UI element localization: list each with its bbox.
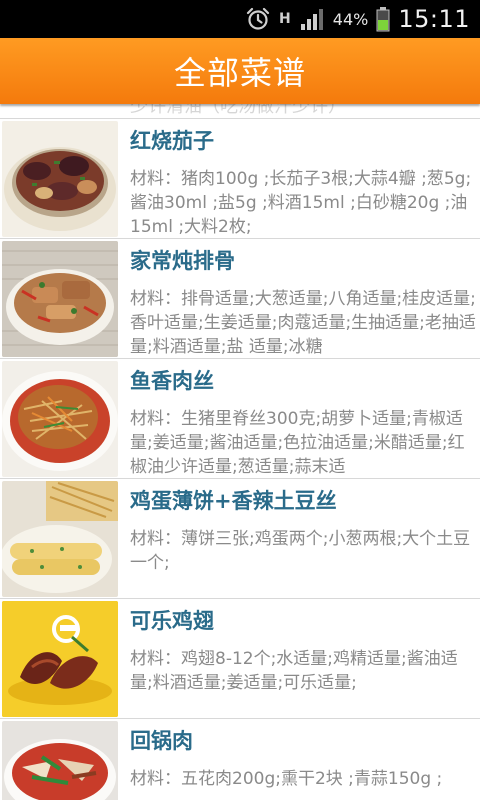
recipe-name: 鱼香肉丝 [130, 369, 214, 393]
recipe-item[interactable]: 可乐鸡翅 材料：鸡翅8-12个;水适量;鸡精适量;酱油适量;料酒适量;姜适量;可… [0, 598, 480, 719]
battery-percent: 44% [332, 9, 369, 29]
alarm-icon [245, 6, 271, 32]
recipe-thumbnail [2, 721, 118, 800]
recipe-name: 红烧茄子 [130, 129, 214, 153]
recipe-name: 可乐鸡翅 [130, 609, 214, 633]
recipe-materials: 材料：五花肉200g;熏干2块 ;青蒜150g ; [130, 769, 443, 789]
recipe-materials: 材料：生猪里脊丝300克;胡萝卜适量;青椒适量;姜适量;酱油适量;色拉油适量;米… [130, 409, 465, 477]
recipe-materials: 材料：薄饼三张;鸡蛋两个;小葱两根;大个土豆一个; [130, 529, 471, 573]
recipe-item[interactable]: 鸡蛋薄饼+香辣土豆丝 材料：薄饼三张;鸡蛋两个;小葱两根;大个土豆一个; [0, 478, 480, 599]
recipe-thumbnail [2, 121, 118, 237]
recipe-list[interactable]: 少许清油（吃汤做汁少许） 红烧茄子 材料：猪肉100g ;长茄子3根;大蒜4瓣 … [0, 104, 480, 800]
recipe-thumbnail [2, 481, 118, 597]
recipe-item[interactable]: 回锅肉 材料：五花肉200g;熏干2块 ;青蒜150g ; [0, 718, 480, 800]
status-icons: H 44% 15:11 [245, 0, 470, 38]
network-type-indicator: H [279, 11, 291, 27]
status-bar: H 44% 15:11 [0, 0, 480, 38]
recipe-item[interactable]: 红烧茄子 材料：猪肉100g ;长茄子3根;大蒜4瓣 ;葱5g;酱油30ml ;… [0, 118, 480, 239]
page-title: 全部菜谱 [173, 54, 306, 92]
recipe-name: 家常炖排骨 [130, 249, 235, 273]
recipe-materials: 材料：排骨适量;大葱适量;八角适量;桂皮适量;香叶适量;生姜适量;肉蔻适量;生抽… [130, 289, 476, 357]
status-clock: 15:11 [398, 5, 470, 33]
recipe-thumbnail [2, 361, 118, 477]
recipe-thumbnail [2, 241, 118, 357]
recipe-name: 回锅肉 [130, 729, 193, 753]
app-header: 全部菜谱 [0, 38, 480, 104]
battery-icon [376, 6, 390, 32]
partial-item-text: 少许清油（吃汤做汁少许） [130, 104, 346, 117]
signal-icon [299, 6, 325, 32]
recipe-materials: 材料：鸡翅8-12个;水适量;鸡精适量;酱油适量;料酒适量;姜适量;可乐适量; [130, 649, 458, 693]
recipe-item[interactable]: 家常炖排骨 材料：排骨适量;大葱适量;八角适量;桂皮适量;香叶适量;生姜适量;肉… [0, 238, 480, 359]
recipe-materials: 材料：猪肉100g ;长茄子3根;大蒜4瓣 ;葱5g;酱油30ml ;盐5g ;… [130, 169, 472, 237]
recipe-name: 鸡蛋薄饼+香辣土豆丝 [130, 489, 337, 513]
recipe-item[interactable]: 鱼香肉丝 材料：生猪里脊丝300克;胡萝卜适量;青椒适量;姜适量;酱油适量;色拉… [0, 358, 480, 479]
list-item-partial[interactable]: 少许清油（吃汤做汁少许） [0, 104, 480, 118]
recipe-thumbnail [2, 601, 118, 717]
